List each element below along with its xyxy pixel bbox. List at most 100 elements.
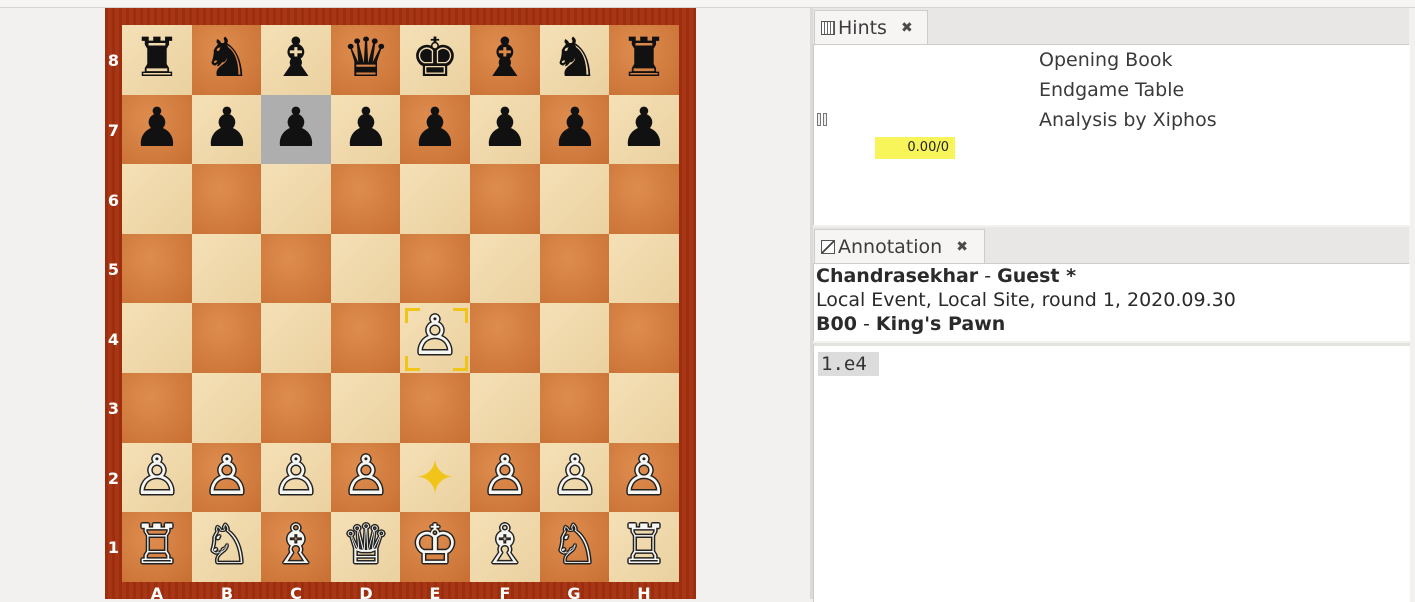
square-e1[interactable]: ♔ <box>400 512 470 582</box>
square-f3[interactable] <box>470 373 540 443</box>
square-g3[interactable] <box>540 373 610 443</box>
square-e4[interactable]: ♙ <box>400 303 470 373</box>
hint-opening-book[interactable]: Opening Book <box>1039 49 1172 71</box>
square-h7[interactable]: ♟ <box>609 95 679 165</box>
square-d5[interactable] <box>331 234 401 304</box>
square-h1[interactable]: ♖ <box>609 512 679 582</box>
square-a4[interactable] <box>122 303 192 373</box>
piece-e8[interactable]: ♚ <box>400 25 470 95</box>
piece-b1[interactable]: ♘ <box>192 512 262 582</box>
column-grip-icon[interactable] <box>817 113 829 126</box>
piece-f1[interactable]: ♗ <box>470 512 540 582</box>
square-f5[interactable] <box>470 234 540 304</box>
square-g5[interactable] <box>540 234 610 304</box>
black-player[interactable]: Guest * <box>997 265 1076 287</box>
square-a2[interactable]: ♙ <box>122 443 192 513</box>
piece-f7[interactable]: ♟ <box>470 95 540 165</box>
square-b2[interactable]: ♙ <box>192 443 262 513</box>
piece-c2[interactable]: ♙ <box>261 443 331 513</box>
piece-g8[interactable]: ♞ <box>540 25 610 95</box>
square-g1[interactable]: ♘ <box>540 512 610 582</box>
square-g2[interactable]: ♙ <box>540 443 610 513</box>
hint-endgame-table[interactable]: Endgame Table <box>1039 79 1184 101</box>
close-icon[interactable]: ✖ <box>901 20 913 36</box>
square-c6[interactable] <box>261 164 331 234</box>
hint-analysis[interactable]: Analysis by Xiphos <box>1039 109 1217 131</box>
square-d6[interactable] <box>331 164 401 234</box>
square-c1[interactable]: ♗ <box>261 512 331 582</box>
square-h4[interactable] <box>609 303 679 373</box>
piece-d2[interactable]: ♙ <box>331 443 401 513</box>
square-c7[interactable]: ♟ <box>261 95 331 165</box>
square-f8[interactable]: ♝ <box>470 25 540 95</box>
close-icon[interactable]: ✖ <box>956 239 968 255</box>
piece-d8[interactable]: ♛ <box>331 25 401 95</box>
piece-h8[interactable]: ♜ <box>609 25 679 95</box>
move-list[interactable]: 1.e4 <box>813 343 1410 602</box>
piece-g1[interactable]: ♘ <box>540 512 610 582</box>
piece-g2[interactable]: ♙ <box>540 443 610 513</box>
square-g4[interactable] <box>540 303 610 373</box>
piece-f2[interactable]: ♙ <box>470 443 540 513</box>
square-a6[interactable] <box>122 164 192 234</box>
piece-e1[interactable]: ♔ <box>400 512 470 582</box>
piece-c7[interactable]: ♟ <box>261 95 331 165</box>
square-e3[interactable] <box>400 373 470 443</box>
square-h8[interactable]: ♜ <box>609 25 679 95</box>
piece-b8[interactable]: ♞ <box>192 25 262 95</box>
piece-d1[interactable]: ♕ <box>331 512 401 582</box>
square-f1[interactable]: ♗ <box>470 512 540 582</box>
piece-b2[interactable]: ♙ <box>192 443 262 513</box>
square-c4[interactable] <box>261 303 331 373</box>
piece-c1[interactable]: ♗ <box>261 512 331 582</box>
square-d4[interactable] <box>331 303 401 373</box>
piece-e7[interactable]: ♟ <box>400 95 470 165</box>
piece-h7[interactable]: ♟ <box>609 95 679 165</box>
piece-a8[interactable]: ♜ <box>122 25 192 95</box>
square-a7[interactable]: ♟ <box>122 95 192 165</box>
square-b1[interactable]: ♘ <box>192 512 262 582</box>
piece-a1[interactable]: ♖ <box>122 512 192 582</box>
square-e7[interactable]: ♟ <box>400 95 470 165</box>
piece-d7[interactable]: ♟ <box>331 95 401 165</box>
square-h3[interactable] <box>609 373 679 443</box>
square-f6[interactable] <box>470 164 540 234</box>
square-e8[interactable]: ♚ <box>400 25 470 95</box>
square-a3[interactable] <box>122 373 192 443</box>
square-a8[interactable]: ♜ <box>122 25 192 95</box>
piece-a2[interactable]: ♙ <box>122 443 192 513</box>
tab-hints[interactable]: Hints ✖ <box>814 10 928 44</box>
square-a5[interactable] <box>122 234 192 304</box>
square-d8[interactable]: ♛ <box>331 25 401 95</box>
piece-h2[interactable]: ♙ <box>609 443 679 513</box>
piece-f8[interactable]: ♝ <box>470 25 540 95</box>
square-b6[interactable] <box>192 164 262 234</box>
square-e2[interactable]: ✦ <box>400 443 470 513</box>
square-c3[interactable] <box>261 373 331 443</box>
square-d7[interactable]: ♟ <box>331 95 401 165</box>
square-b3[interactable] <box>192 373 262 443</box>
square-d2[interactable]: ♙ <box>331 443 401 513</box>
square-d3[interactable] <box>331 373 401 443</box>
piece-a7[interactable]: ♟ <box>122 95 192 165</box>
piece-h1[interactable]: ♖ <box>609 512 679 582</box>
square-d1[interactable]: ♕ <box>331 512 401 582</box>
move-1-white[interactable]: 1.e4 <box>818 352 879 376</box>
square-f2[interactable]: ♙ <box>470 443 540 513</box>
square-b5[interactable] <box>192 234 262 304</box>
piece-e4[interactable]: ♙ <box>400 303 470 373</box>
square-b4[interactable] <box>192 303 262 373</box>
square-c5[interactable] <box>261 234 331 304</box>
square-h5[interactable] <box>609 234 679 304</box>
square-c8[interactable]: ♝ <box>261 25 331 95</box>
square-g8[interactable]: ♞ <box>540 25 610 95</box>
square-b8[interactable]: ♞ <box>192 25 262 95</box>
white-player[interactable]: Chandrasekhar <box>816 265 978 287</box>
tab-annotation[interactable]: Annotation ✖ <box>814 229 985 263</box>
square-g7[interactable]: ♟ <box>540 95 610 165</box>
chess-board[interactable]: 8 7 6 5 4 3 2 1 A B C D E F G H ♜ ♞ ♝ ♛ ♚ ♝ ♞ ♜… <box>105 8 696 599</box>
square-e5[interactable] <box>400 234 470 304</box>
square-h6[interactable] <box>609 164 679 234</box>
piece-c8[interactable]: ♝ <box>261 25 331 95</box>
square-h2[interactable]: ♙ <box>609 443 679 513</box>
